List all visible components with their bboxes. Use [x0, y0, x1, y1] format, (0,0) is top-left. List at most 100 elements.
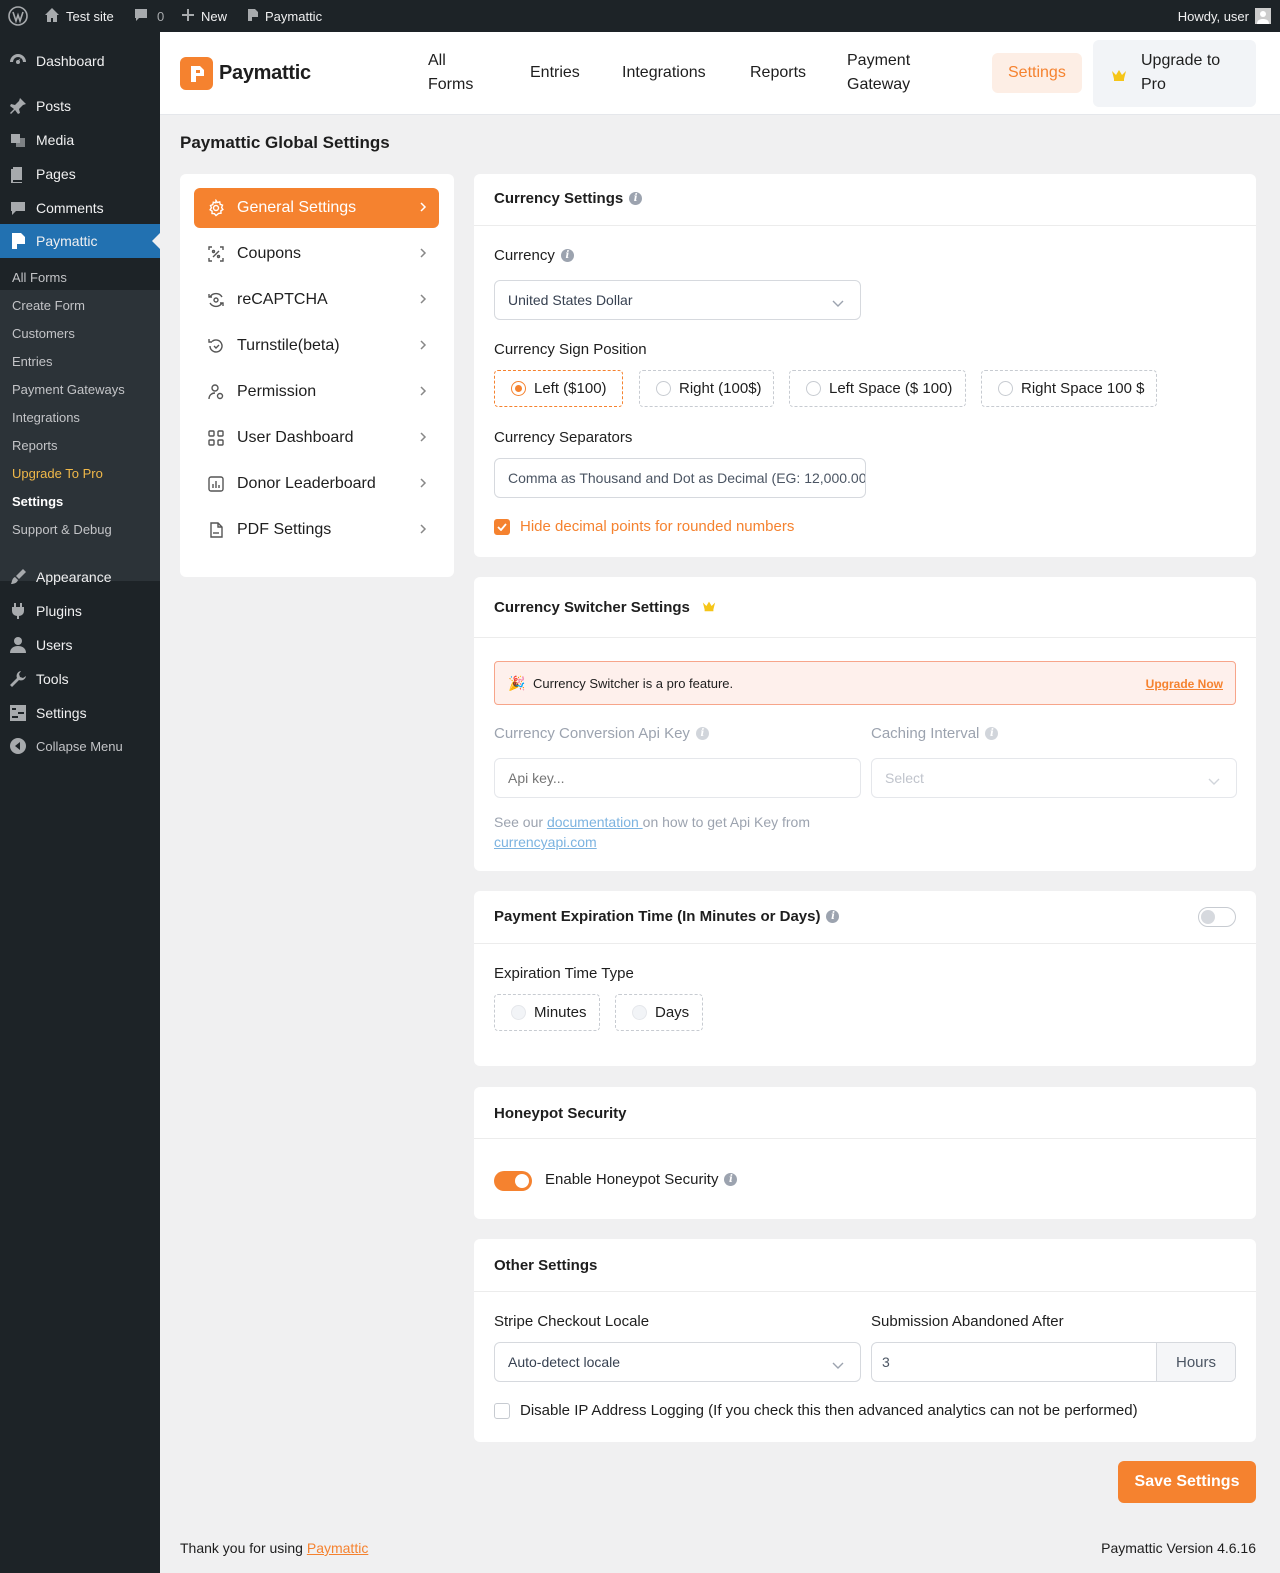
api-key-input[interactable] — [494, 758, 861, 798]
new-content-link[interactable]: New — [181, 0, 227, 32]
wordpress-logo-icon[interactable] — [8, 0, 28, 32]
submenu-entries[interactable]: Entries — [12, 354, 52, 369]
sidebar-item-paymattic[interactable]: Paymattic — [0, 224, 160, 258]
nav-reports[interactable]: Reports — [750, 61, 806, 85]
submenu-support-debug[interactable]: Support & Debug — [12, 522, 112, 537]
hide-decimal-checkbox[interactable]: Hide decimal points for rounded numbers — [494, 518, 794, 535]
sidebar-item-settings[interactable]: Settings — [0, 696, 160, 730]
submenu-settings[interactable]: Settings — [12, 494, 63, 509]
admin-bar: Test site 0 New Paymattic Howdy, user — [0, 0, 1280, 32]
nav-integrations[interactable]: Integrations — [622, 61, 706, 85]
expiration-days-radio[interactable]: Days — [615, 994, 703, 1031]
caching-interval-label: Caching Interval i — [871, 725, 999, 742]
sidebar-item-comments[interactable]: Comments — [0, 191, 160, 225]
sidebar-item-dashboard[interactable]: Dashboard — [0, 44, 160, 78]
sidebar-item-users[interactable]: Users — [0, 628, 160, 662]
card-title: Currency Settings — [494, 190, 624, 207]
sign-left-space-radio[interactable]: Left Space ($ 100) — [789, 370, 966, 407]
paymattic-logo[interactable]: Paymattic — [180, 57, 311, 90]
submenu-integrations[interactable]: Integrations — [12, 410, 80, 425]
footer-paymattic-link[interactable]: Paymattic — [307, 1540, 368, 1556]
submission-abandoned-input[interactable]: 3 — [882, 1354, 890, 1370]
user-account-menu[interactable]: Howdy, user — [1178, 0, 1271, 32]
checkbox-label: Hide decimal points for rounded numbers — [520, 518, 795, 535]
payment-expiration-toggle[interactable] — [1198, 907, 1236, 927]
settings-nav-turnstile[interactable]: Turnstile(beta) — [194, 326, 439, 366]
radio-dot — [511, 381, 526, 396]
upgrade-to-pro-button[interactable]: Upgrade to Pro — [1093, 40, 1256, 107]
info-icon[interactable]: i — [695, 727, 709, 740]
sign-right-radio[interactable]: Right (100$) — [639, 370, 774, 407]
settings-nav-label: User Dashboard — [237, 429, 354, 446]
settings-nav-permission[interactable]: Permission — [194, 372, 439, 412]
sidebar-item-appearance[interactable]: Appearance — [0, 560, 160, 594]
nav-all-forms[interactable]: All Forms — [428, 49, 473, 97]
paymattic-adminbar-link[interactable]: Paymattic — [247, 0, 322, 32]
submenu-all-forms[interactable]: All Forms — [12, 270, 67, 285]
currencyapi-link[interactable]: currencyapi.com — [494, 834, 597, 850]
radio-label: Left ($100) — [534, 380, 607, 397]
radio-dot — [511, 1005, 526, 1020]
crown-icon — [1111, 68, 1127, 84]
bar-chart-icon — [207, 475, 225, 493]
expiration-minutes-radio[interactable]: Minutes — [494, 994, 600, 1031]
settings-nav-coupons[interactable]: Coupons — [194, 234, 439, 274]
footer-version: Paymattic Version 4.6.16 — [1101, 1540, 1256, 1556]
submenu-create-form[interactable]: Create Form — [12, 298, 85, 313]
site-name: Test site — [66, 8, 114, 24]
pages-icon — [9, 165, 27, 183]
sidebar-collapse-menu[interactable]: Collapse Menu — [0, 729, 160, 763]
info-icon[interactable]: i — [560, 249, 574, 262]
nav-settings[interactable]: Settings — [992, 53, 1082, 93]
upgrade-label: Pro — [1141, 76, 1166, 93]
settings-nav-user-dashboard[interactable]: User Dashboard — [194, 418, 439, 458]
honeypot-toggle[interactable] — [494, 1171, 532, 1191]
currency-separator-select[interactable]: Comma as Thousand and Dot as Decimal (EG… — [494, 458, 866, 498]
info-icon[interactable]: i — [724, 1173, 738, 1186]
paymattic-icon — [247, 8, 259, 25]
documentation-link[interactable]: documentation — [547, 814, 643, 830]
info-icon[interactable]: i — [826, 910, 840, 923]
radio-label: Left Space ($ 100) — [829, 380, 953, 397]
submenu-customers[interactable]: Customers — [12, 326, 75, 341]
nav-entries[interactable]: Entries — [530, 61, 580, 85]
caching-interval-select[interactable]: Select — [871, 758, 1237, 798]
settings-nav-recaptcha[interactable]: reCAPTCHA — [194, 280, 439, 320]
stripe-locale-select[interactable]: Auto-detect locale — [494, 1342, 861, 1382]
brush-icon — [9, 568, 27, 586]
checkbox-checked — [494, 518, 510, 535]
chevron-right-icon — [419, 292, 427, 311]
select-placeholder: Select — [885, 770, 924, 786]
upgrade-now-link[interactable]: Upgrade Now — [1146, 677, 1223, 691]
currency-select[interactable]: United States Dollar — [494, 280, 861, 320]
submenu-payment-gateways[interactable]: Payment Gateways — [12, 382, 125, 397]
radio-label: Minutes — [534, 1004, 587, 1021]
disable-ip-logging-checkbox[interactable]: Disable IP Address Logging (If you check… — [494, 1402, 1138, 1419]
submenu-upgrade-to-pro[interactable]: Upgrade To Pro — [12, 466, 103, 481]
sign-left-radio[interactable]: Left ($100) — [494, 370, 623, 407]
sidebar-item-plugins[interactable]: Plugins — [0, 594, 160, 628]
nav-label: Payment — [847, 52, 911, 69]
sidebar-item-posts[interactable]: Posts — [0, 89, 160, 123]
info-icon[interactable]: i — [629, 192, 643, 205]
sidebar-item-tools[interactable]: Tools — [0, 662, 160, 696]
paymattic-adminbar-label: Paymattic — [265, 8, 323, 24]
submission-abandoned-label: Submission Abandoned After — [871, 1313, 1064, 1330]
settings-nav-label: Permission — [237, 383, 317, 400]
info-icon[interactable]: i — [985, 727, 999, 740]
chevron-right-icon — [419, 200, 427, 219]
sidebar-item-pages[interactable]: Pages — [0, 157, 160, 191]
comments-link[interactable]: 0 — [133, 0, 164, 32]
paymattic-brand-text: Paymattic — [219, 62, 311, 84]
settings-nav-label: reCAPTCHA — [237, 291, 328, 308]
user-icon — [9, 636, 27, 654]
sign-right-space-radio[interactable]: Right Space 100 $ — [981, 370, 1157, 407]
sidebar-item-media[interactable]: Media — [0, 123, 160, 157]
nav-payment-gateway[interactable]: Payment Gateway — [847, 49, 910, 97]
save-settings-button[interactable]: Save Settings — [1118, 1461, 1256, 1503]
submenu-reports[interactable]: Reports — [12, 438, 58, 453]
settings-nav-donor-leaderboard[interactable]: Donor Leaderboard — [194, 464, 439, 504]
settings-nav-general[interactable]: General Settings — [194, 188, 439, 228]
settings-nav-pdf[interactable]: PDF Settings — [194, 510, 439, 550]
site-name-link[interactable]: Test site — [44, 0, 114, 32]
